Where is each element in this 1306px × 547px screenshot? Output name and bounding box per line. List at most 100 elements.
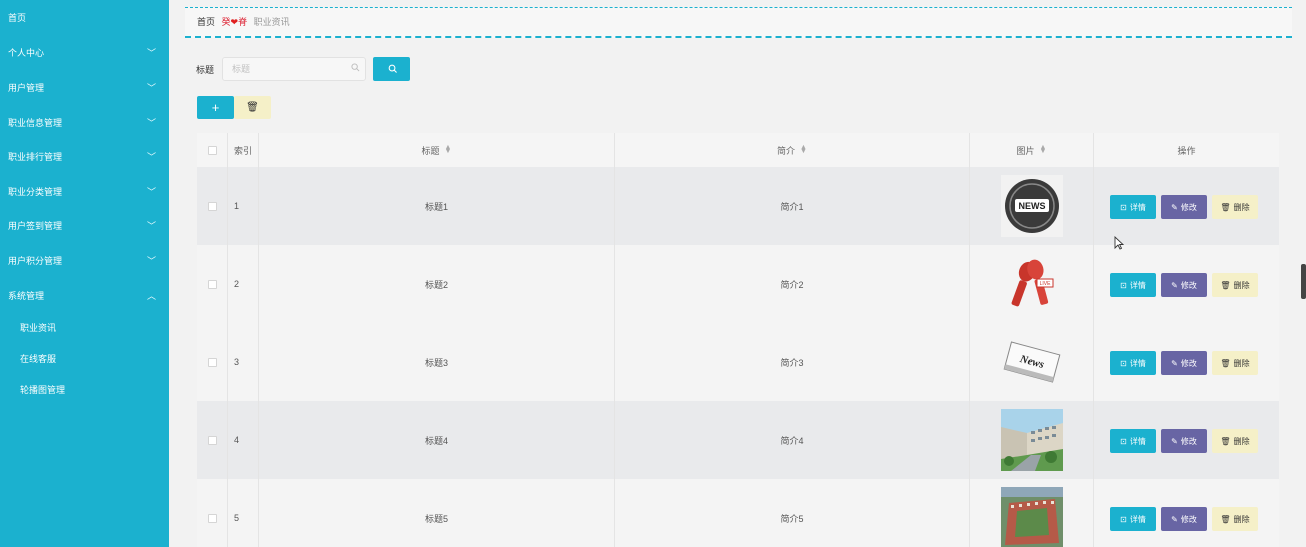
breadcrumb-current: 职业资讯 bbox=[253, 17, 290, 27]
table-row: 5 标题5 简介5 ⊡ 详情 ✎ 修改 🗑 删除 bbox=[197, 479, 1279, 547]
sort-icon[interactable]: ▲ ▼ bbox=[445, 144, 452, 155]
row-checkbox[interactable] bbox=[207, 201, 217, 211]
sidebar-subitem-label: 职业资讯 bbox=[20, 323, 57, 333]
sort-icon[interactable]: ▲ ▼ bbox=[800, 144, 807, 155]
trash-icon: 🗑 bbox=[1220, 436, 1231, 446]
sidebar-item-label: 职业信息管理 bbox=[8, 118, 63, 128]
delete-button[interactable]: 🗑 删除 bbox=[1212, 351, 1258, 375]
svg-text:LIVE: LIVE bbox=[1039, 281, 1051, 287]
sidebar-item-user-management[interactable]: 用户管理 ﹀ bbox=[0, 76, 169, 100]
trash-icon: 🗑 bbox=[1220, 514, 1231, 524]
sidebar-subitem-job-news[interactable]: 职业资讯 bbox=[0, 318, 169, 338]
search-icon bbox=[388, 64, 397, 73]
sidebar-subitem-carousel[interactable]: 轮播图管理 bbox=[0, 380, 169, 400]
row-intro: 简介3 bbox=[615, 323, 970, 401]
delete-button[interactable]: 🗑 删除 bbox=[1212, 429, 1258, 453]
edit-button[interactable]: ✎ 修改 bbox=[1161, 195, 1207, 219]
detail-button[interactable]: ⊡ 详情 bbox=[1110, 429, 1156, 453]
sidebar-subitem-online-service[interactable]: 在线客服 bbox=[0, 349, 169, 369]
row-checkbox[interactable] bbox=[207, 357, 217, 367]
row-title: 标题4 bbox=[259, 401, 615, 479]
campus-aerial-photo bbox=[1000, 487, 1063, 547]
sidebar-item-system-management[interactable]: 系统管理 ︿ bbox=[0, 284, 169, 308]
row-intro: 简介2 bbox=[615, 245, 970, 323]
select-all-checkbox[interactable] bbox=[207, 145, 217, 155]
trash-icon: 🗑 bbox=[1220, 280, 1231, 290]
row-index: 3 bbox=[228, 323, 259, 401]
table-row: 2 标题2 简介2 LIVE ⊡ 详情 ✎ 修改 🗑 删除 bbox=[197, 245, 1279, 323]
detail-button[interactable]: ⊡ 详情 bbox=[1110, 507, 1156, 531]
sidebar-item-job-info[interactable]: 职业信息管理 ﹀ bbox=[0, 111, 169, 135]
sidebar: 首页 个人中心 ﹀ 用户管理 ﹀ 职业信息管理 ﹀ 职业排行管理 ﹀ 职业分类管理 ﹀ 用… bbox=[0, 0, 169, 547]
chevron-down-icon: ﹀ bbox=[146, 118, 156, 128]
search-button[interactable] bbox=[373, 57, 410, 81]
scrollbar[interactable] bbox=[1301, 264, 1306, 299]
sidebar-item-job-ranking[interactable]: 职业排行管理 ﹀ bbox=[0, 145, 169, 169]
chevron-down-icon: ﹀ bbox=[146, 48, 156, 58]
detail-button[interactable]: ⊡ 详情 bbox=[1110, 273, 1156, 297]
newspaper-icon: News bbox=[1000, 331, 1063, 393]
search-input[interactable] bbox=[222, 57, 366, 81]
live-microphones-icon: LIVE bbox=[1000, 253, 1063, 315]
mouse-cursor-icon bbox=[1114, 236, 1124, 250]
edit-button[interactable]: ✎ 修改 bbox=[1161, 351, 1207, 375]
sidebar-item-job-category[interactable]: 职业分类管理 ﹀ bbox=[0, 180, 169, 204]
column-header-index: 索引 bbox=[228, 133, 259, 167]
edit-icon: ✎ bbox=[1171, 436, 1178, 446]
sidebar-item-personal-center[interactable]: 个人中心 ﹀ bbox=[0, 41, 169, 65]
delete-button[interactable]: 🗑 删除 bbox=[1212, 195, 1258, 219]
edit-button[interactable]: ✎ 修改 bbox=[1161, 507, 1207, 531]
sidebar-item-label: 个人中心 bbox=[8, 48, 45, 58]
column-header-intro[interactable]: 简介 ▲ ▼ bbox=[615, 133, 970, 167]
row-title: 标题1 bbox=[259, 167, 615, 245]
edit-icon: ✎ bbox=[1171, 280, 1178, 290]
chevron-down-icon: ﹀ bbox=[146, 187, 156, 197]
chevron-down-icon: ﹀ bbox=[146, 83, 156, 93]
table-row: 1 标题1 简介1 NEWS ⊡ 详情 ✎ 修改 🗑 删除 bbox=[197, 167, 1279, 245]
batch-delete-button[interactable]: 🗑 bbox=[234, 96, 271, 119]
row-checkbox[interactable] bbox=[207, 513, 217, 523]
detail-icon: ⊡ bbox=[1120, 436, 1127, 446]
chevron-up-icon: ︿ bbox=[146, 291, 156, 301]
row-intro: 简介4 bbox=[615, 401, 970, 479]
svg-text:NEWS: NEWS bbox=[1018, 201, 1045, 211]
table-row: 3 标题3 简介3 News ⊡ 详情 ✎ 修改 🗑 删除 bbox=[197, 323, 1279, 401]
row-title: 标题3 bbox=[259, 323, 615, 401]
add-button[interactable]: + bbox=[197, 96, 234, 119]
sort-icon[interactable]: ▲ ▼ bbox=[1040, 144, 1047, 155]
chevron-down-icon: ﹀ bbox=[146, 256, 156, 266]
column-header-image[interactable]: 图片 ▲ ▼ bbox=[970, 133, 1094, 167]
column-header-operation: 操作 bbox=[1177, 145, 1196, 156]
sidebar-item-user-points[interactable]: 用户积分管理 ﹀ bbox=[0, 249, 169, 273]
heart-icon: ❤ bbox=[230, 17, 239, 27]
sidebar-item-label: 用户签到管理 bbox=[8, 221, 63, 231]
detail-icon: ⊡ bbox=[1120, 358, 1127, 368]
row-checkbox[interactable] bbox=[207, 435, 217, 445]
column-header-title[interactable]: 标题 ▲ ▼ bbox=[259, 133, 615, 167]
sidebar-subitem-label: 轮播图管理 bbox=[20, 385, 66, 395]
detail-button[interactable]: ⊡ 详情 bbox=[1110, 195, 1156, 219]
breadcrumb: 首页 癸❤脊 职业资讯 bbox=[185, 7, 1292, 38]
table-header: 索引 标题 ▲ ▼ 简介 ▲ ▼ 图片 ▲ ▼ 操作 bbox=[197, 133, 1279, 167]
row-index: 4 bbox=[228, 401, 259, 479]
sidebar-item-home[interactable]: 首页 bbox=[0, 6, 169, 30]
row-title: 标题5 bbox=[259, 479, 615, 547]
breadcrumb-home[interactable]: 首页 bbox=[197, 17, 215, 27]
sidebar-subitem-label: 在线客服 bbox=[20, 354, 57, 364]
row-intro: 简介1 bbox=[615, 167, 970, 245]
row-index: 1 bbox=[228, 167, 259, 245]
trash-icon: 🗑 bbox=[1220, 202, 1231, 212]
sidebar-item-user-checkin[interactable]: 用户签到管理 ﹀ bbox=[0, 214, 169, 238]
search-icon bbox=[351, 63, 360, 72]
detail-button[interactable]: ⊡ 详情 bbox=[1110, 351, 1156, 375]
sidebar-item-label: 用户管理 bbox=[8, 83, 45, 93]
row-checkbox[interactable] bbox=[207, 279, 217, 289]
sidebar-item-label: 职业排行管理 bbox=[8, 152, 63, 162]
delete-button[interactable]: 🗑 删除 bbox=[1212, 507, 1258, 531]
edit-button[interactable]: ✎ 修改 bbox=[1161, 273, 1207, 297]
delete-button[interactable]: 🗑 删除 bbox=[1212, 273, 1258, 297]
edit-button[interactable]: ✎ 修改 bbox=[1161, 429, 1207, 453]
edit-icon: ✎ bbox=[1171, 358, 1178, 368]
row-title: 标题2 bbox=[259, 245, 615, 323]
table-row: 4 标题4 简介4 ⊡ 详情 ✎ 修改 🗑 删除 bbox=[197, 401, 1279, 479]
